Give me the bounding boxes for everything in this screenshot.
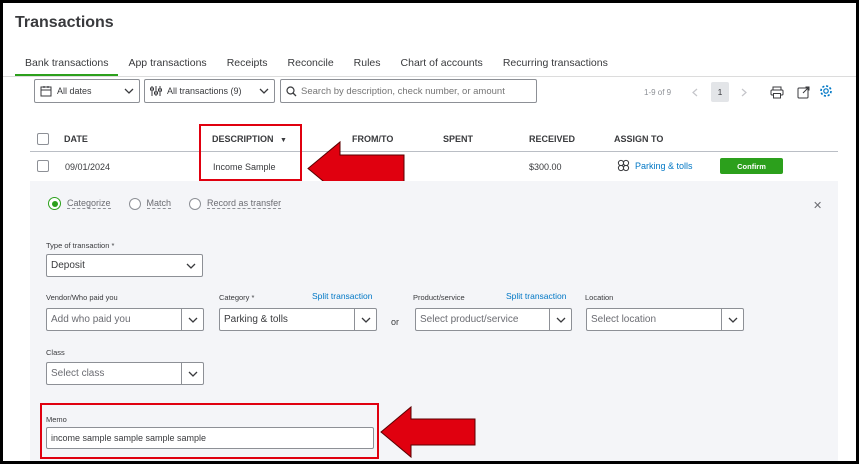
memo-value: income sample sample sample sample — [51, 433, 207, 443]
tab-chart-of-accounts[interactable]: Chart of accounts — [391, 54, 493, 76]
location-placeholder: Select location — [591, 314, 657, 325]
location-select[interactable]: Select location — [586, 308, 744, 331]
chevron-down-icon — [119, 88, 139, 94]
type-of-transaction-label: Type of transaction * — [46, 241, 115, 250]
column-header-received[interactable]: RECEIVED — [529, 134, 575, 144]
close-icon[interactable]: ✕ — [813, 199, 822, 212]
chevron-left-icon[interactable] — [690, 85, 700, 99]
category-value: Parking & tolls — [224, 314, 288, 325]
radio-match[interactable] — [128, 197, 141, 210]
chevron-down-icon — [549, 309, 571, 330]
tab-divider — [3, 76, 856, 77]
vendor-label: Vendor/Who paid you — [46, 293, 118, 302]
search-input[interactable] — [301, 85, 531, 97]
tab-bank-transactions[interactable]: Bank transactions — [15, 54, 119, 76]
class-label: Class — [46, 348, 65, 357]
column-header-date[interactable]: DATE — [64, 134, 88, 144]
highlight-box-description — [199, 124, 302, 181]
transactions-filter-label: All transactions (9) — [167, 86, 242, 96]
export-icon[interactable] — [795, 84, 811, 100]
type-of-transaction-select[interactable]: Deposit — [46, 254, 203, 277]
class-placeholder: Select class — [51, 368, 105, 379]
radio-record-as-transfer[interactable] — [189, 197, 202, 210]
radio-record-as-transfer-label[interactable]: Record as transfer — [207, 198, 282, 209]
tab-reconcile[interactable]: Reconcile — [278, 54, 344, 76]
row-checkbox[interactable] — [37, 160, 49, 172]
memo-input[interactable]: income sample sample sample sample — [46, 427, 374, 449]
transactions-filter[interactable]: All transactions (9) — [144, 79, 275, 103]
mode-selector: Categorize Match Record as transfer — [48, 197, 282, 210]
select-all-checkbox[interactable] — [37, 133, 49, 145]
row-assign-to-label: Parking & tolls — [635, 160, 693, 171]
search-icon — [281, 85, 301, 97]
column-header-assign-to: ASSIGN TO — [614, 134, 664, 144]
chevron-down-icon — [180, 263, 202, 269]
category-label: Category * — [219, 293, 255, 302]
dates-filter[interactable]: All dates — [34, 79, 140, 103]
page-title: Transactions — [15, 14, 114, 31]
tab-app-transactions[interactable]: App transactions — [118, 54, 216, 76]
product-service-label: Product/service — [413, 293, 465, 302]
chevron-down-icon — [254, 88, 274, 94]
row-received: $300.00 — [529, 162, 562, 172]
product-split-transaction-link[interactable]: Split transaction — [506, 291, 566, 301]
calendar-icon — [35, 85, 57, 97]
gear-icon[interactable] — [818, 83, 834, 99]
tab-receipts[interactable]: Receipts — [217, 54, 278, 76]
chevron-down-icon — [181, 309, 203, 330]
category-icon — [617, 159, 630, 172]
category-select[interactable]: Parking & tolls — [219, 308, 377, 331]
chevron-down-icon — [721, 309, 743, 330]
or-separator: or — [391, 317, 400, 327]
vendor-select[interactable]: Add who paid you — [46, 308, 204, 331]
app-window: Transactions Bank transactions App trans… — [3, 3, 856, 461]
tab-recurring-transactions[interactable]: Recurring transactions — [493, 54, 618, 76]
radio-categorize-label[interactable]: Categorize — [67, 198, 111, 209]
chevron-down-icon — [181, 363, 203, 384]
product-service-placeholder: Select product/service — [420, 314, 519, 325]
column-header-spent[interactable]: SPENT — [443, 134, 473, 144]
memo-label: Memo — [46, 415, 67, 424]
chevron-down-icon — [354, 309, 376, 330]
chevron-right-icon[interactable] — [739, 85, 749, 99]
pagination-range: 1-9 of 9 — [644, 88, 672, 97]
class-select[interactable]: Select class — [46, 362, 204, 385]
dates-filter-label: All dates — [57, 86, 92, 96]
tab-bar: Bank transactions App transactions Recei… — [15, 54, 618, 78]
category-split-transaction-link[interactable]: Split transaction — [312, 291, 372, 301]
search-box[interactable] — [280, 79, 537, 103]
row-date: 09/01/2024 — [65, 162, 111, 172]
type-of-transaction-value: Deposit — [51, 260, 85, 271]
arrow-left-icon — [380, 405, 476, 459]
print-icon[interactable] — [769, 84, 785, 100]
radio-categorize[interactable] — [48, 197, 61, 210]
header-divider — [30, 151, 838, 152]
radio-match-label[interactable]: Match — [146, 198, 172, 209]
tab-rules[interactable]: Rules — [344, 54, 391, 76]
location-label: Location — [585, 293, 614, 302]
page-number-current[interactable]: 1 — [711, 82, 729, 102]
row-assign-to[interactable]: Parking & tolls — [617, 159, 693, 172]
filter-sliders-icon — [145, 85, 167, 97]
product-service-select[interactable]: Select product/service — [415, 308, 572, 331]
confirm-button[interactable]: Confirm — [720, 158, 783, 174]
vendor-placeholder: Add who paid you — [51, 314, 131, 325]
